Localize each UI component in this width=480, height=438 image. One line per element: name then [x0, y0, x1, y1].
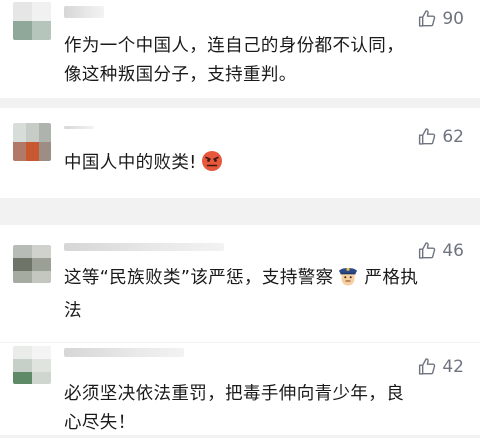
comment-line: 法 — [64, 301, 82, 321]
avatar[interactable] — [13, 245, 51, 283]
like-button[interactable]: 62 — [417, 126, 464, 147]
like-count: 90 — [442, 8, 464, 29]
thumbs-up-icon — [419, 128, 436, 145]
comment-line: 像这种叛国分子，支持重判。 — [64, 65, 297, 85]
like-button[interactable]: 46 — [417, 240, 464, 261]
comment-text: 作为一个中国人，连自己的身份都不认同， 像这种叛国分子，支持重判。 — [64, 32, 456, 90]
comment-text: 必须坚决依法重罚，把毒手伸向青少年，良 心尽失！ — [64, 380, 456, 438]
comment-card: 必须坚决依法重罚，把毒手伸向青少年，良 心尽失！ 42 — [0, 343, 480, 435]
username[interactable] — [64, 6, 104, 18]
comment-text: 中国人中的败类! — [64, 149, 456, 182]
like-button[interactable]: 90 — [417, 8, 464, 29]
comment-card: 中国人中的败类! 62 — [0, 108, 480, 198]
comment-card: 这等“民族败类”该严惩，支持警察 严格执 法 46 — [0, 225, 480, 342]
comment-line: 中国人中的败类! — [64, 153, 197, 173]
comment-text: 这等“民族败类”该严惩，支持警察 严格执 法 — [64, 263, 456, 326]
thumbs-up-icon — [419, 358, 436, 375]
like-count: 46 — [442, 240, 464, 261]
like-count: 62 — [442, 126, 464, 147]
username[interactable] — [64, 243, 224, 251]
avatar[interactable] — [13, 346, 51, 384]
thumbs-up-icon — [419, 242, 436, 259]
comment-card: 作为一个中国人，连自己的身份都不认同， 像这种叛国分子，支持重判。 90 — [0, 0, 480, 98]
thumbs-up-icon — [419, 10, 436, 27]
avatar[interactable] — [13, 2, 51, 40]
comment-line: 必须坚决依法重罚，把毒手伸向青少年，良 — [64, 384, 405, 404]
avatar[interactable] — [13, 123, 51, 161]
username[interactable] — [64, 126, 94, 129]
like-count: 42 — [442, 356, 464, 377]
comment-line: 心尽失！ — [64, 413, 136, 433]
like-button[interactable]: 42 — [417, 356, 464, 377]
username[interactable] — [64, 348, 184, 357]
comment-line: 这等“民族败类”该严惩，支持警察 严格执 — [64, 263, 456, 297]
comment-line: 作为一个中国人，连自己的身份都不认同， — [64, 36, 405, 56]
police-officer-icon — [336, 263, 360, 297]
angry-face-icon — [201, 150, 223, 182]
